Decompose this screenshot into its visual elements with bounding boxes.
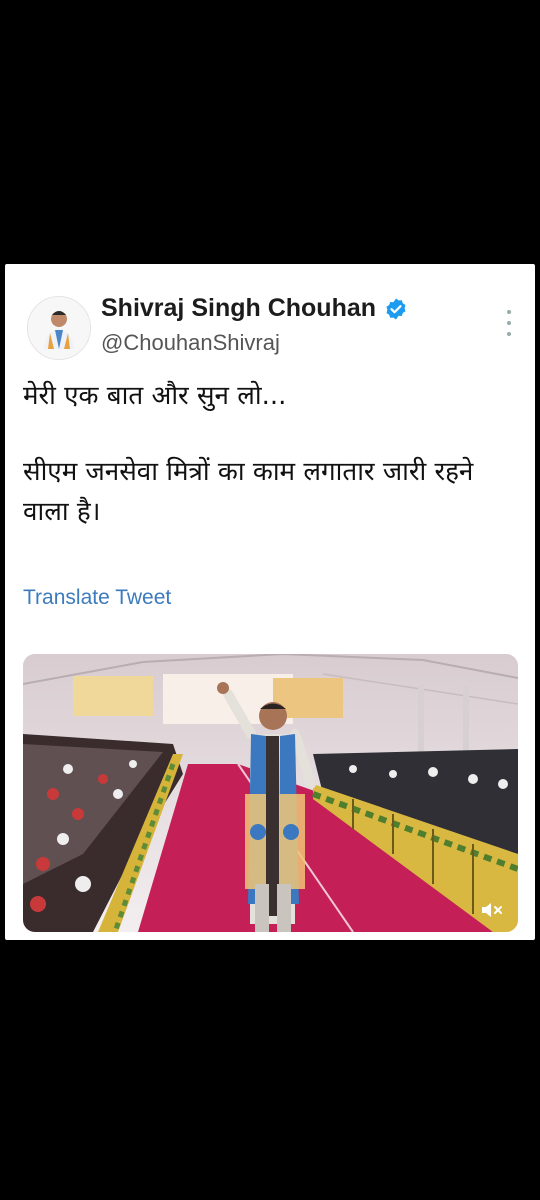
profile-photo	[28, 297, 90, 359]
author-name[interactable]: Shivraj Singh Chouhan	[101, 294, 376, 323]
volume-mute-icon[interactable]	[480, 900, 504, 920]
author-handle[interactable]: @ChouhanShivraj	[101, 330, 280, 356]
tweet-card: Shivraj Singh Chouhan @ChouhanShivraj मे…	[5, 264, 535, 940]
more-vertical-icon[interactable]	[505, 310, 513, 336]
avatar[interactable]	[27, 296, 91, 360]
tweet-text-line2: सीएम जनसेवा मित्रों का काम लगातार जारी र…	[23, 457, 474, 527]
video-frame	[23, 654, 518, 932]
tweet-video[interactable]	[23, 654, 518, 932]
verified-badge-icon	[386, 298, 406, 319]
tweet-text: मेरी एक बात और सुन लो... सीएम जनसेवा मित…	[23, 376, 518, 532]
tweet-text-line1: मेरी एक बात और सुन लो...	[23, 381, 287, 411]
translate-tweet-link[interactable]: Translate Tweet	[23, 586, 171, 610]
